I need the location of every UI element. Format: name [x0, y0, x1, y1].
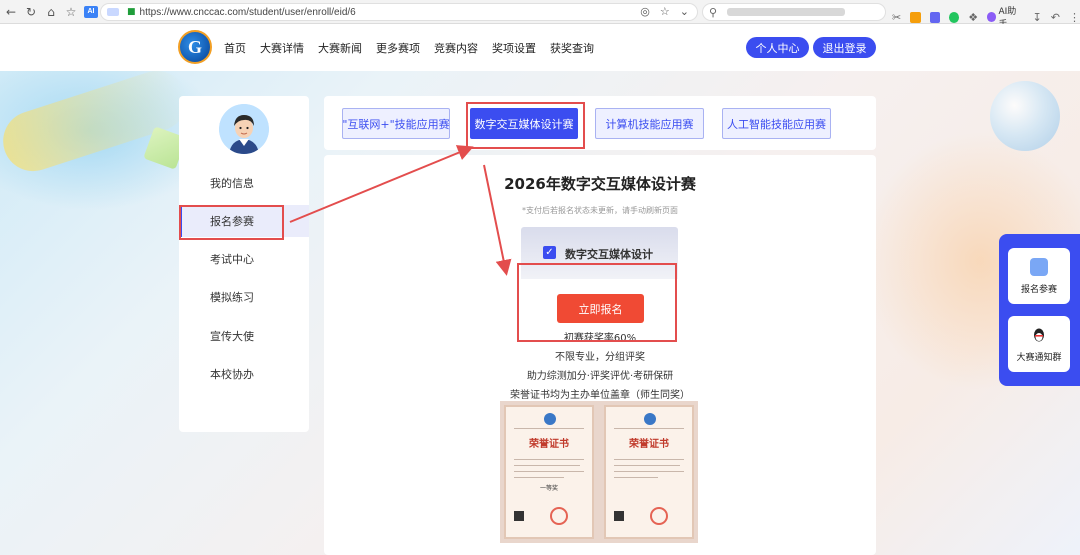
nav-awards[interactable]: 奖项设置 — [492, 40, 536, 56]
sidebar-item-mock-practice[interactable]: 模拟练习 — [179, 281, 309, 313]
more-icon[interactable]: ⋮ — [1069, 11, 1080, 24]
nav-contest-news[interactable]: 大赛新闻 — [318, 40, 362, 56]
main-nav: 首页 大赛详情 大赛新闻 更多赛项 竞赛内容 奖项设置 获奖查询 — [224, 40, 594, 56]
text-line — [514, 471, 584, 472]
official-stamp-icon — [650, 507, 668, 525]
ai-badge-icon[interactable]: AI — [84, 5, 98, 18]
float-notice-group-button[interactable]: 大赛通知群 — [1008, 316, 1070, 372]
sidebar-item-school-cohost[interactable]: 本校协办 — [179, 358, 309, 390]
tab-internet-plus[interactable]: "互联网+"技能应用赛 — [342, 108, 450, 139]
floating-service-panel: 报名参赛 大赛通知群 — [999, 234, 1080, 386]
qr-code-icon — [614, 511, 624, 521]
organizer-logo-icon — [644, 413, 656, 425]
nav-contest-details[interactable]: 大赛详情 — [260, 40, 304, 56]
float-register-button[interactable]: 报名参赛 — [1008, 248, 1070, 304]
float-register-label: 报名参赛 — [1020, 284, 1057, 295]
certificate-award: 一等奖 — [539, 485, 558, 492]
avatar[interactable] — [219, 104, 269, 154]
organizer-logo-icon — [544, 413, 556, 425]
text-line — [514, 465, 580, 466]
scissors-icon[interactable]: ✂ — [892, 11, 901, 24]
text-line — [514, 459, 584, 460]
home-icon[interactable]: ⌂ — [42, 3, 60, 21]
game-extension-icon[interactable] — [910, 11, 921, 23]
tab-ai-skills[interactable]: 人工智能技能应用赛 — [722, 108, 831, 139]
personal-center-button[interactable]: 个人中心 — [746, 37, 809, 58]
float-notice-group-label: 大赛通知群 — [1016, 352, 1062, 363]
browser-toolbar: ← ↻ ⌂ ☆ AI ■ https://www.cnccac.com/stud… — [0, 0, 1080, 30]
download-icon[interactable]: ↧ — [1033, 11, 1042, 24]
divider — [614, 428, 684, 429]
feature-no-major-limit: 不限专业，分组评奖 — [555, 352, 645, 363]
sidebar-item-exam-center[interactable]: 考试中心 — [179, 243, 309, 275]
contest-content: 2026年数字交互媒体设计赛 *支付后若报名状态未更新，请手动刷新页面 ✓ 数字… — [324, 155, 876, 555]
nav-home[interactable]: 首页 — [224, 40, 246, 56]
bookmark-star-icon[interactable]: ☆ — [62, 3, 80, 21]
feature-benefits: 助力综测加分·评奖评优·考研保研 — [526, 371, 674, 382]
site-header: G 首页 大赛详情 大赛新闻 更多赛项 竞赛内容 奖项设置 获奖查询 个人中心 … — [0, 24, 1080, 71]
payment-notice: *支付后若报名状态未更新，请手动刷新页面 — [522, 206, 678, 215]
nav-more-events[interactable]: 更多赛项 — [376, 40, 420, 56]
user-sidebar: 我的信息 报名参赛 考试中心 模拟练习 宣传大使 本校协办 — [179, 96, 309, 432]
browser-search-input[interactable]: ⚲ — [702, 3, 886, 21]
contest-option-label: 数字交互媒体设计 — [565, 248, 653, 261]
decor-orb — [990, 81, 1060, 151]
annotation-box-register — [179, 205, 284, 240]
undo-icon[interactable]: ↶ — [1051, 11, 1060, 24]
chevron-down-icon[interactable]: ⌄ — [680, 5, 689, 18]
blurred-search-text — [727, 8, 846, 16]
logout-button[interactable]: 退出登录 — [813, 37, 876, 58]
official-stamp-icon — [550, 507, 568, 525]
site-logo[interactable]: G — [178, 30, 212, 64]
lock-icon: ■ — [127, 7, 136, 17]
text-line — [614, 471, 684, 472]
nav-competition-content[interactable]: 竞赛内容 — [434, 40, 478, 56]
text-line — [514, 477, 564, 478]
annotation-box-tab — [466, 102, 585, 149]
divider — [514, 428, 584, 429]
capture-extension-icon[interactable] — [929, 11, 940, 23]
url-text: https://www.cnccac.com/student/user/enro… — [139, 6, 356, 18]
annotation-box-signup — [517, 263, 677, 342]
ai-helper-icon — [987, 12, 997, 22]
tab-computer-skills[interactable]: 计算机技能应用赛 — [595, 108, 704, 139]
reload-icon[interactable]: ↻ — [22, 3, 40, 21]
certificate-image: 荣誉证书 — [604, 405, 694, 539]
register-icon — [1030, 257, 1048, 276]
check-extension-icon[interactable] — [948, 11, 960, 23]
location-icon[interactable]: ◎ — [640, 5, 650, 18]
certificate-samples: 荣誉证书 一等奖 荣誉证书 — [500, 401, 698, 543]
search-icon: ⚲ — [709, 5, 718, 19]
feature-certificate: 荣誉证书均为主办单位盖章（师生同奖） — [510, 390, 690, 401]
text-line — [614, 477, 658, 478]
text-line — [614, 465, 680, 466]
favorite-star-icon[interactable]: ☆ — [660, 5, 670, 18]
puzzle-icon[interactable]: ❖ — [968, 11, 978, 24]
text-line — [614, 459, 684, 460]
qr-code-icon — [514, 511, 524, 521]
certificate-image: 荣誉证书 一等奖 — [504, 405, 594, 539]
address-bar[interactable]: ■ https://www.cnccac.com/student/user/en… — [100, 3, 698, 21]
sidebar-item-ambassador[interactable]: 宣传大使 — [179, 320, 309, 352]
certificate-title: 荣誉证书 — [529, 439, 569, 450]
checkbox-checked-icon[interactable]: ✓ — [543, 246, 556, 259]
nav-award-query[interactable]: 获奖查询 — [550, 40, 594, 56]
certificate-title: 荣誉证书 — [629, 439, 669, 450]
qq-icon — [1034, 328, 1044, 341]
contest-tabs: "互联网+"技能应用赛 数字交互媒体设计赛 计算机技能应用赛 人工智能技能应用赛 — [324, 96, 876, 150]
sidebar-item-my-info[interactable]: 我的信息 — [179, 167, 309, 199]
back-icon[interactable]: ← — [2, 3, 20, 21]
avatar-illustration — [219, 104, 269, 154]
page-title: 2026年数字交互媒体设计赛 — [504, 175, 696, 193]
site-favicon-icon — [107, 8, 119, 16]
